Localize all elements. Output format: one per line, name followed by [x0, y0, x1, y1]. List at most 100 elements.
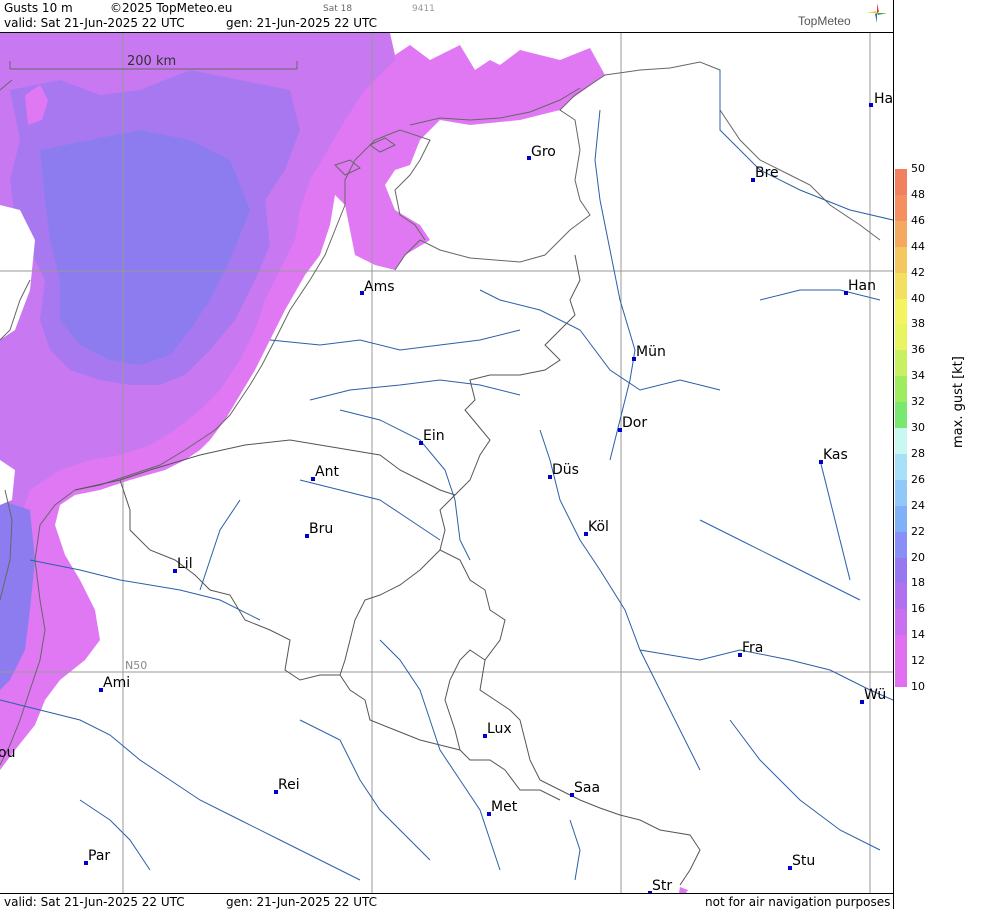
city-ha[interactable]: Ha — [869, 91, 893, 107]
city-str[interactable]: Str — [648, 878, 672, 893]
city-wu[interactable]: Wü — [860, 687, 886, 704]
city-ou[interactable]: ou — [0, 745, 15, 761]
legend-tick-label: 34 — [911, 369, 925, 383]
legend-swatch — [895, 376, 907, 403]
legend-swatch — [895, 609, 907, 636]
city-lil[interactable]: Lil — [173, 556, 193, 573]
svg-text:Bru: Bru — [309, 521, 333, 537]
city-rei[interactable]: Rei — [274, 777, 300, 794]
navigation-disclaimer: not for air navigation purposes — [705, 895, 891, 909]
city-kol[interactable]: Köl — [584, 519, 609, 536]
city-met[interactable]: Met — [487, 799, 518, 816]
copyright: ©2025 TopMeteo.eu — [110, 1, 233, 15]
city-dus[interactable]: Düs — [548, 462, 579, 479]
svg-text:Lux: Lux — [487, 721, 512, 737]
svg-text:Ams: Ams — [364, 279, 395, 295]
legend-tick-label: 28 — [911, 446, 925, 460]
legend-tick-label: 30 — [911, 421, 925, 434]
run-code: 9411 — [412, 4, 435, 14]
city-fra[interactable]: Fra — [738, 640, 763, 657]
city-ams[interactable]: Ams — [360, 279, 395, 295]
svg-text:Stu: Stu — [792, 853, 815, 869]
city-mun[interactable]: Mün — [632, 344, 666, 361]
city-par[interactable]: Par — [84, 848, 110, 865]
svg-text:Gro: Gro — [531, 144, 556, 160]
city-bre[interactable]: Bre — [751, 165, 779, 182]
legend-tick-label: 22 — [911, 524, 925, 538]
legend-swatch — [895, 428, 907, 455]
city-dor[interactable]: Dor — [618, 415, 647, 432]
legend-tick-label: 12 — [911, 654, 925, 668]
svg-text:Fra: Fra — [742, 640, 763, 656]
legend-swatch — [895, 583, 907, 610]
city-saa[interactable]: Saa — [570, 780, 600, 797]
legend-swatch — [895, 350, 907, 377]
legend-swatch — [895, 453, 907, 481]
svg-text:Han: Han — [848, 278, 876, 294]
legend-tick-label: 20 — [911, 550, 925, 564]
map-header: Gusts 10 m ©2025 TopMeteo.eu Sat 18 9411… — [0, 0, 893, 33]
color-legend: 50 48 46 44 42 40 38 36 34 32 30 28 26 24 22 20 18 16 14 12… — [893, 0, 983, 909]
city-stu[interactable]: Stu — [788, 853, 815, 870]
weather-map[interactable]: 200 km N50 Ha Gro Bre Ams Han Mün Dor Ei… — [0, 33, 893, 893]
svg-text:Köl: Köl — [588, 519, 609, 535]
city-ami[interactable]: Ami — [99, 675, 130, 692]
legend-tick-label: 50 — [911, 162, 925, 175]
city-kas[interactable]: Kas — [819, 447, 848, 464]
city-ein[interactable]: Ein — [419, 428, 445, 445]
legend-tick-label: 26 — [911, 472, 925, 486]
svg-text:Dor: Dor — [622, 415, 647, 431]
map-footer: valid: Sat 21-Jun-2025 22 UTC gen: 21-Ju… — [0, 893, 893, 910]
legend-tick-label: 32 — [911, 395, 925, 409]
svg-text:Ein: Ein — [423, 428, 445, 444]
legend-tick-label: 42 — [911, 265, 925, 279]
legend-tick-label: 46 — [911, 213, 925, 227]
legend-swatch — [895, 246, 907, 274]
legend-swatch — [895, 272, 907, 299]
svg-text:Met: Met — [491, 799, 518, 815]
product-title: Gusts 10 m — [4, 1, 73, 15]
legend-tick-label: 18 — [911, 576, 925, 590]
legend-tick-label: 10 — [911, 680, 925, 693]
legend-swatch — [895, 479, 907, 507]
city-han[interactable]: Han — [844, 278, 876, 295]
legend-swatch — [895, 505, 907, 533]
compass-logo-icon — [867, 3, 887, 23]
scale-label: 200 km — [127, 54, 176, 69]
legend-swatch — [895, 169, 907, 196]
city-lux[interactable]: Lux — [483, 721, 512, 738]
svg-text:Ami: Ami — [103, 675, 130, 691]
svg-text:Bre: Bre — [755, 165, 779, 181]
legend-swatch — [895, 661, 907, 688]
legend-swatch — [895, 194, 907, 222]
svg-text:Saa: Saa — [574, 780, 600, 796]
legend-swatch — [895, 557, 907, 584]
svg-text:Lil: Lil — [177, 556, 193, 572]
legend-title: max. gust [kt] — [951, 356, 966, 448]
legend-swatch — [895, 324, 907, 351]
svg-text:Mün: Mün — [636, 344, 666, 360]
legend-tick-label: 16 — [911, 602, 925, 616]
city-gro[interactable]: Gro — [527, 144, 556, 160]
svg-text:Ha: Ha — [874, 91, 893, 107]
svg-text:Ant: Ant — [315, 464, 339, 480]
svg-text:Kas: Kas — [823, 447, 848, 463]
svg-text:Par: Par — [88, 848, 110, 864]
city-bru[interactable]: Bru — [305, 521, 333, 538]
legend-tick-label: 24 — [911, 498, 925, 512]
legend-swatch — [895, 298, 907, 325]
legend-tick-label: 36 — [911, 343, 925, 357]
legend-tick-label: 48 — [911, 187, 925, 201]
legend-swatch — [895, 531, 907, 558]
legend-swatch — [895, 220, 907, 248]
footer-valid: valid: Sat 21-Jun-2025 22 UTC — [4, 895, 185, 909]
valid-time: valid: Sat 21-Jun-2025 22 UTC — [4, 16, 185, 30]
legend-swatch — [895, 635, 907, 662]
legend-tick-label: 44 — [911, 239, 925, 253]
legend-tick-label: 40 — [911, 291, 925, 305]
svg-text:ou: ou — [0, 745, 15, 761]
city-ant[interactable]: Ant — [311, 464, 339, 481]
svg-text:Str: Str — [652, 878, 672, 893]
legend-tick-label: 38 — [911, 317, 925, 331]
legend-tick-label: 14 — [911, 628, 925, 642]
